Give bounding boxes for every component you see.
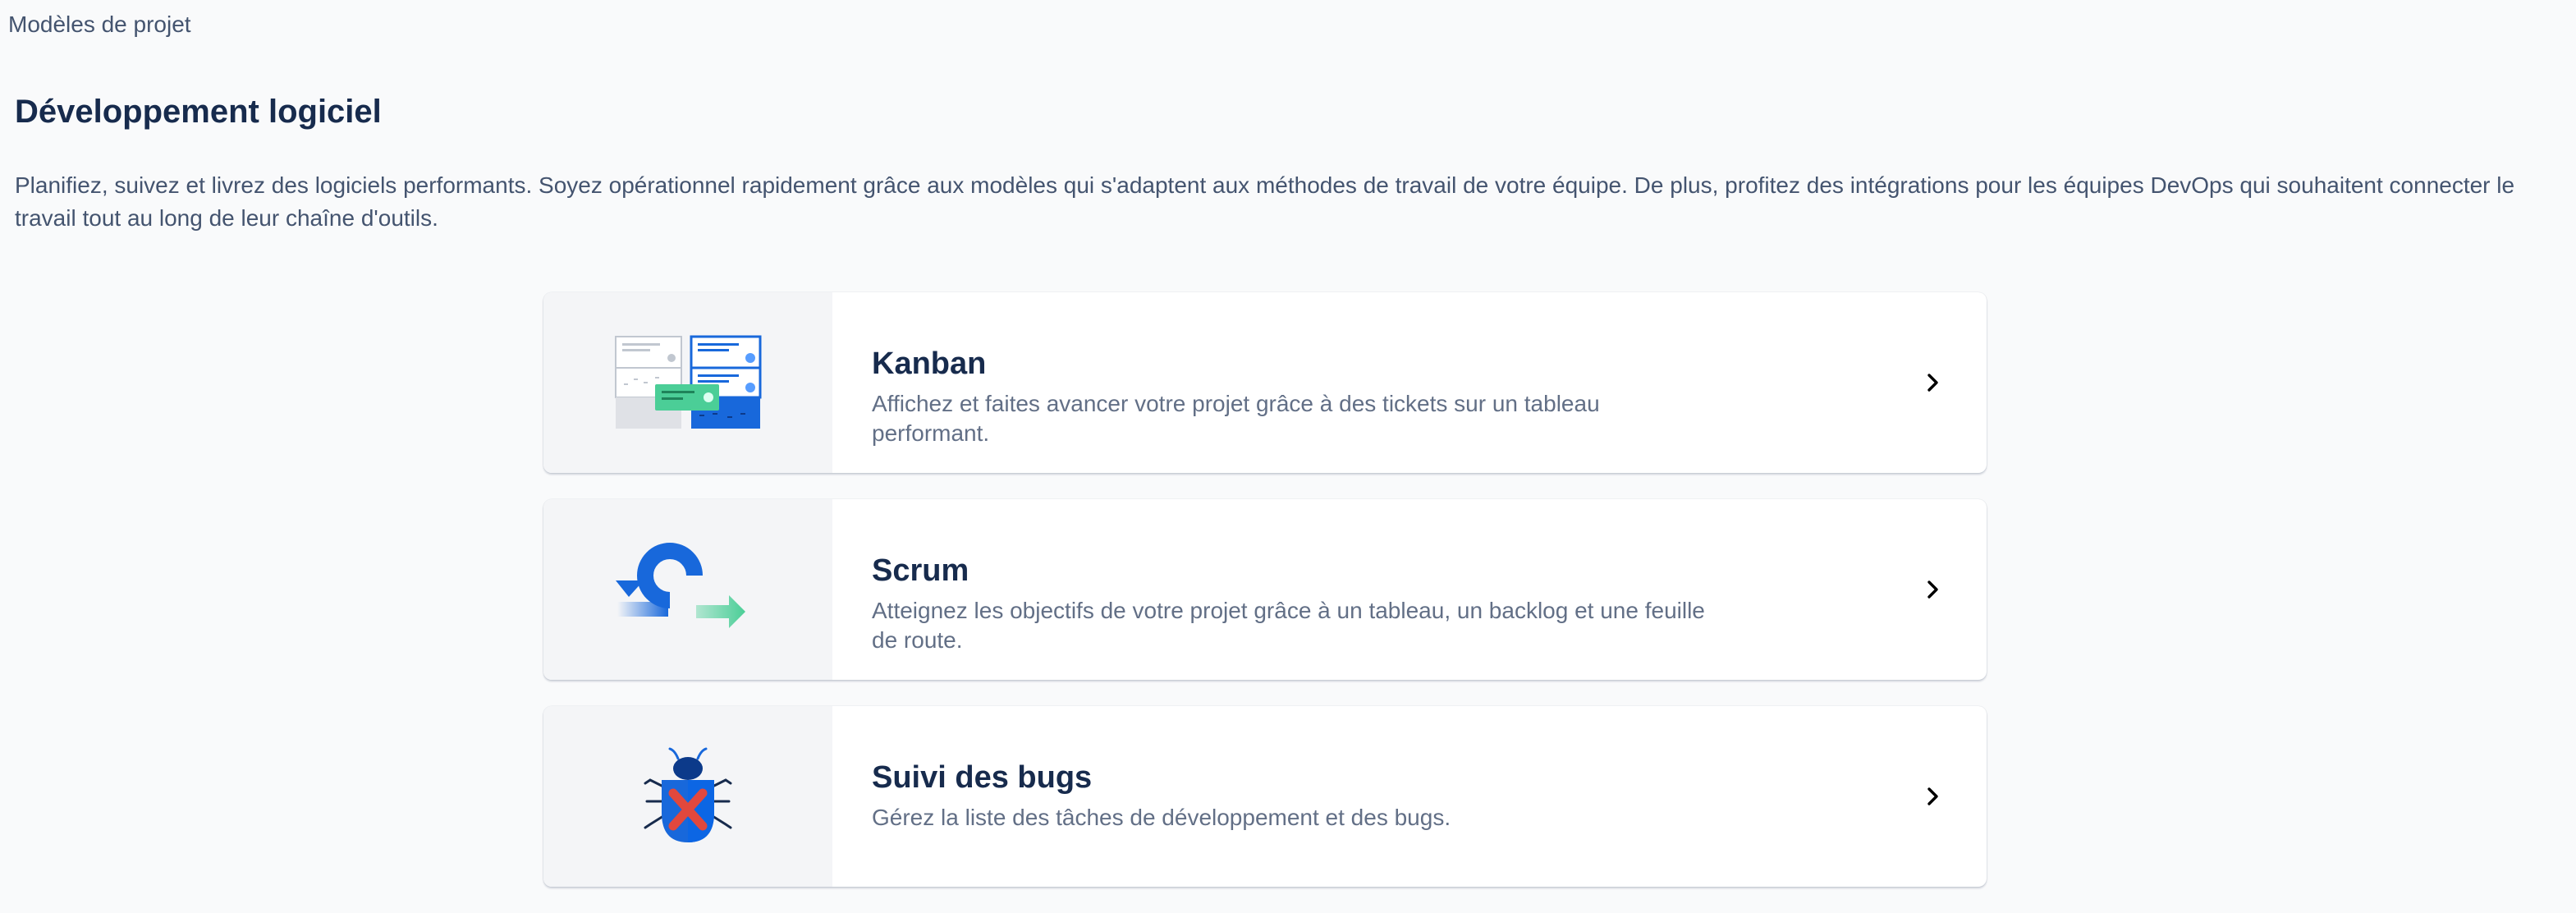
card-illustration-panel [543,292,832,473]
section-description: Planifiez, suivez et livrez des logiciel… [15,172,2515,231]
card-illustration-panel [543,499,832,680]
card-description: Affichez et faites avancer votre projet … [872,391,1600,446]
bug-illustration [644,747,732,842]
chevron-right-icon[interactable] [1923,580,1942,599]
card-title: Suivi des bugs [872,760,1093,795]
chevron-right-icon[interactable] [1923,787,1942,806]
kanban-board-illustration [615,335,762,429]
chevron-right-icon[interactable] [1923,373,1942,392]
card-description: Gérez la liste des tâches de développeme… [872,805,1451,830]
card-illustration-panel [543,706,832,887]
breadcrumb[interactable]: Modèles de projet [8,11,191,38]
section-title: Développement logiciel [15,94,382,130]
template-card-kanban[interactable]: Kanban Affichez et faites avancer votre … [543,292,1987,473]
template-card-scrum[interactable]: Scrum Atteignez les objectifs de votre p… [543,499,1987,680]
scrum-cycle-illustration [616,543,745,628]
card-title: Kanban [872,346,987,381]
template-card-bug-tracking[interactable]: Suivi des bugs Gérez la liste des tâches… [543,706,1987,887]
card-title: Scrum [872,553,969,588]
card-description: Atteignez les objectifs de votre projet … [872,598,1705,653]
